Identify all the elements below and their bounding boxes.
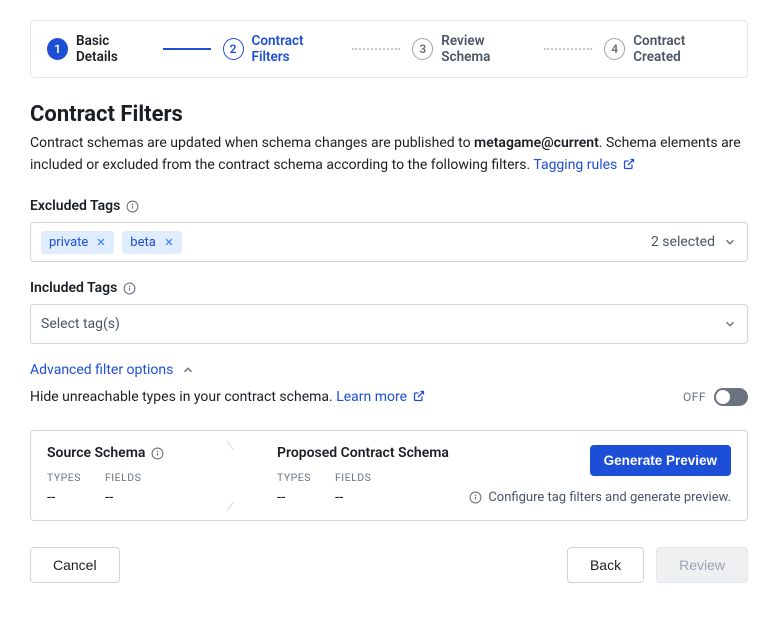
hide-unreachable-toggle[interactable]: OFF: [683, 388, 748, 406]
hide-text: Hide unreachable types in your contract …: [30, 389, 336, 405]
tag-chip-beta: beta: [122, 231, 182, 254]
step-contract-filters[interactable]: 2 Contract Filters: [223, 33, 341, 65]
hide-unreachable-text: Hide unreachable types in your contract …: [30, 389, 425, 405]
fields-label: FIELDS: [335, 471, 371, 484]
step-label-4: Contract Created: [633, 33, 731, 65]
excluded-tags-select[interactable]: private beta 2 selected: [30, 222, 748, 262]
remove-tag-icon[interactable]: [96, 237, 106, 247]
step-number-1: 1: [47, 38, 68, 60]
footer-buttons: Cancel Back Review: [30, 547, 748, 583]
chip-label: private: [49, 235, 88, 250]
step-number-3: 3: [412, 38, 433, 60]
back-button[interactable]: Back: [567, 547, 644, 583]
source-schema-title: Source Schema: [47, 445, 227, 461]
step-connector: [544, 48, 592, 50]
step-label-1: Basic Details: [76, 33, 151, 65]
excluded-tag-chips: private beta: [41, 231, 651, 254]
schema-arrow-notch: [227, 431, 245, 520]
included-tags-select[interactable]: Select tag(s): [30, 304, 748, 344]
learn-more-link[interactable]: Learn more: [336, 389, 424, 405]
step-review-schema[interactable]: 3 Review Schema: [412, 33, 532, 65]
tagging-rules-label: Tagging rules: [533, 157, 617, 173]
tagging-rules-link[interactable]: Tagging rules: [533, 157, 634, 173]
generate-hint: Configure tag filters and generate previ…: [467, 490, 731, 505]
included-tags-label: Included Tags: [30, 280, 748, 296]
step-label-2: Contract Filters: [252, 33, 341, 65]
source-types-stat: TYPES --: [47, 471, 81, 506]
proposed-schema-title: Proposed Contract Schema: [277, 445, 457, 461]
excluded-tags-summary: 2 selected: [651, 234, 715, 250]
chevron-up-icon: [181, 363, 195, 377]
hide-unreachable-row: Hide unreachable types in your contract …: [30, 388, 748, 406]
subtitle-pre: Contract schemas are updated when schema…: [30, 135, 474, 151]
step-label-3: Review Schema: [441, 33, 532, 65]
fields-label: FIELDS: [105, 471, 141, 484]
cancel-button[interactable]: Cancel: [30, 547, 120, 583]
info-icon[interactable]: [126, 200, 139, 213]
generate-column: Generate Preview Configure tag filters a…: [467, 445, 731, 505]
advanced-toggle-label: Advanced filter options: [30, 362, 173, 378]
types-label: TYPES: [277, 471, 311, 484]
toggle-switch[interactable]: [714, 388, 748, 406]
generate-hint-text: Configure tag filters and generate previ…: [488, 490, 731, 505]
external-link-icon: [621, 157, 635, 173]
advanced-filter-toggle[interactable]: Advanced filter options: [30, 362, 195, 378]
step-contract-created[interactable]: 4 Contract Created: [604, 33, 731, 65]
source-title-text: Source Schema: [47, 445, 145, 461]
info-icon[interactable]: [151, 447, 164, 460]
wizard-stepper: 1 Basic Details 2 Contract Filters 3 Rev…: [30, 20, 748, 78]
tag-chip-private: private: [41, 231, 114, 254]
external-link-icon: [411, 389, 425, 405]
source-fields-value: --: [105, 488, 141, 506]
chevron-down-icon: [723, 317, 737, 331]
excluded-tags-label: Excluded Tags: [30, 198, 748, 214]
source-schema-column: Source Schema TYPES -- FIELDS --: [47, 445, 227, 506]
step-connector: [352, 48, 400, 50]
source-types-value: --: [47, 488, 81, 506]
proposed-fields-stat: FIELDS --: [335, 471, 371, 506]
chevron-down-icon: [723, 235, 737, 249]
included-tags-text: Included Tags: [30, 280, 117, 296]
subtitle-target: metagame@current: [474, 135, 599, 151]
step-number-4: 4: [604, 38, 625, 60]
step-number-2: 2: [223, 38, 244, 60]
learn-more-label: Learn more: [336, 389, 407, 405]
included-tags-placeholder: Select tag(s): [41, 316, 723, 332]
toggle-state-label: OFF: [683, 390, 706, 404]
step-basic-details[interactable]: 1 Basic Details: [47, 33, 151, 65]
step-connector: [163, 48, 211, 50]
page-subtitle: Contract schemas are updated when schema…: [30, 133, 748, 176]
schema-preview-card: Source Schema TYPES -- FIELDS -- Propose…: [30, 430, 748, 521]
chip-label: beta: [130, 235, 156, 250]
proposed-schema-column: Proposed Contract Schema TYPES -- FIELDS…: [277, 445, 457, 506]
generate-preview-button[interactable]: Generate Preview: [590, 445, 731, 476]
types-label: TYPES: [47, 471, 81, 484]
review-button[interactable]: Review: [656, 547, 748, 583]
proposed-fields-value: --: [335, 488, 371, 506]
proposed-types-value: --: [277, 488, 311, 506]
info-icon[interactable]: [123, 282, 136, 295]
info-icon: [469, 491, 482, 504]
source-fields-stat: FIELDS --: [105, 471, 141, 506]
excluded-tags-text: Excluded Tags: [30, 198, 120, 214]
proposed-types-stat: TYPES --: [277, 471, 311, 506]
page-title: Contract Filters: [30, 102, 748, 127]
remove-tag-icon[interactable]: [164, 237, 174, 247]
